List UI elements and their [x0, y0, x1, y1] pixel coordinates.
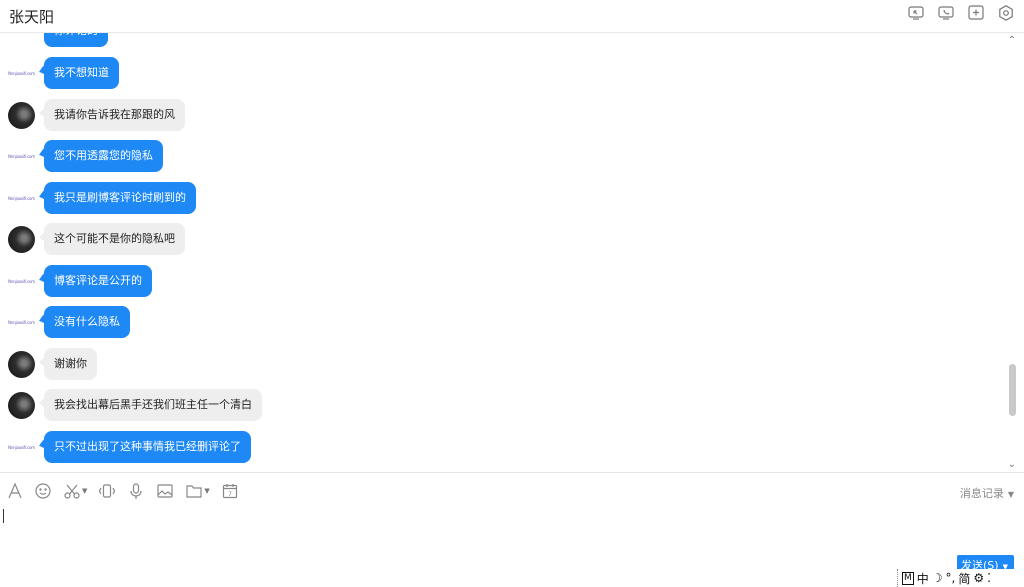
- message-row: Nnnjaoxifi.com 没有什么隐私: [0, 306, 900, 340]
- self-avatar[interactable]: Nnnjaoxifi.com: [8, 185, 35, 212]
- ime-toolbar: M 中 ☽ °, 简 ⚙ ⁚: [897, 569, 1024, 587]
- contact-name: 张天阳: [9, 8, 55, 26]
- chevron-down-icon: ▼: [1007, 490, 1014, 499]
- contact-avatar[interactable]: [8, 392, 35, 419]
- message-bubble[interactable]: 你评论的: [44, 33, 108, 47]
- shake-icon[interactable]: [98, 482, 116, 500]
- message-row: 谢谢你: [0, 348, 900, 382]
- scroll-down-icon[interactable]: ⌄: [1008, 459, 1016, 470]
- message-row: Nnnjaoxifi.com 只不过出现了这种事情我已经删评论了: [0, 431, 900, 465]
- screen-share-icon[interactable]: [907, 4, 925, 22]
- more-icon[interactable]: ⁚: [987, 571, 991, 585]
- chat-header: 张天阳: [0, 0, 1024, 33]
- moon-icon[interactable]: ☽: [932, 571, 943, 585]
- message-row: 我会找出幕后黑手还我们班主任一个清白: [0, 389, 900, 423]
- calendar-icon[interactable]: 7: [221, 482, 239, 500]
- ime-language[interactable]: 中: [917, 570, 929, 587]
- message-row: Nnnjaoxifi.com 我不想知道: [0, 57, 900, 91]
- message-list[interactable]: 你评论的 Nnnjaoxifi.com 我不想知道 我请你告诉我在那跟的风 Nn…: [0, 33, 1024, 472]
- message-bubble[interactable]: 我请你告诉我在那跟的风: [39, 99, 185, 131]
- scrollbar-thumb[interactable]: [1009, 364, 1016, 416]
- message-bubble[interactable]: 我不想知道: [44, 57, 119, 89]
- self-avatar[interactable]: Nnnjaoxifi.com: [8, 434, 35, 461]
- message-bubble[interactable]: 只不过出现了这种事情我已经删评论了: [44, 431, 251, 463]
- ime-mode-icon[interactable]: M: [902, 571, 914, 585]
- contact-avatar[interactable]: [8, 351, 35, 378]
- self-avatar[interactable]: Nnnjaoxifi.com: [8, 143, 35, 170]
- add-member-icon[interactable]: [967, 4, 985, 22]
- self-avatar[interactable]: Nnnjaoxifi.com: [8, 309, 35, 336]
- gear-icon[interactable]: ⚙: [973, 571, 984, 585]
- contact-avatar[interactable]: [8, 102, 35, 129]
- font-icon[interactable]: [7, 482, 23, 500]
- settings-icon[interactable]: [997, 4, 1015, 22]
- text-cursor: [3, 509, 4, 523]
- phone-icon[interactable]: [937, 4, 955, 22]
- self-avatar[interactable]: Nnnjaoxifi.com: [8, 60, 35, 87]
- self-avatar[interactable]: Nnnjaoxifi.com: [8, 268, 35, 295]
- folder-icon[interactable]: ▼: [185, 482, 210, 500]
- message-bubble[interactable]: 您不用透露您的隐私: [44, 140, 163, 172]
- emoji-icon[interactable]: [34, 482, 52, 500]
- screenshot-scissors-icon[interactable]: ▼: [63, 482, 87, 500]
- message-bubble[interactable]: 谢谢你: [39, 348, 97, 380]
- message-bubble[interactable]: 博客评论是公开的: [44, 265, 152, 297]
- message-row: Nnnjaoxifi.com 您不用透露您的隐私: [0, 140, 900, 174]
- message-row: 这个可能不是你的隐私吧: [0, 223, 900, 257]
- punctuation-icon[interactable]: °,: [946, 571, 956, 585]
- message-bubble[interactable]: 没有什么隐私: [44, 306, 130, 338]
- chat-window: 张天阳 你评论的 Nnnjaoxifi.com 我不想知道: [0, 0, 1024, 587]
- header-actions: [907, 4, 1015, 22]
- toolbar-icons: ▼ ▼ 7: [7, 482, 239, 500]
- message-row: Nnnjaoxifi.com 我只是刷博客评论时刷到的: [0, 182, 900, 216]
- scroll-up-icon[interactable]: ⌃: [1008, 35, 1016, 46]
- ime-script[interactable]: 简: [958, 570, 970, 587]
- input-toolbar: ▼ ▼ 7 消息记录 ▼: [0, 472, 1024, 508]
- message-bubble[interactable]: 这个可能不是你的隐私吧: [39, 223, 185, 255]
- svg-text:7: 7: [228, 491, 232, 498]
- voice-icon[interactable]: [127, 482, 145, 500]
- image-icon[interactable]: [156, 482, 174, 500]
- message-input[interactable]: [0, 508, 1024, 587]
- message-bubble[interactable]: 我只是刷博客评论时刷到的: [44, 182, 196, 214]
- message-row: Nnnjaoxifi.com 博客评论是公开的: [0, 265, 900, 299]
- message-bubble[interactable]: 我会找出幕后黑手还我们班主任一个清白: [39, 389, 262, 421]
- message-history-button[interactable]: 消息记录 ▼: [960, 485, 1014, 501]
- contact-avatar[interactable]: [8, 226, 35, 253]
- message-row: 我请你告诉我在那跟的风: [0, 99, 900, 133]
- message-row: 你评论的: [0, 33, 900, 49]
